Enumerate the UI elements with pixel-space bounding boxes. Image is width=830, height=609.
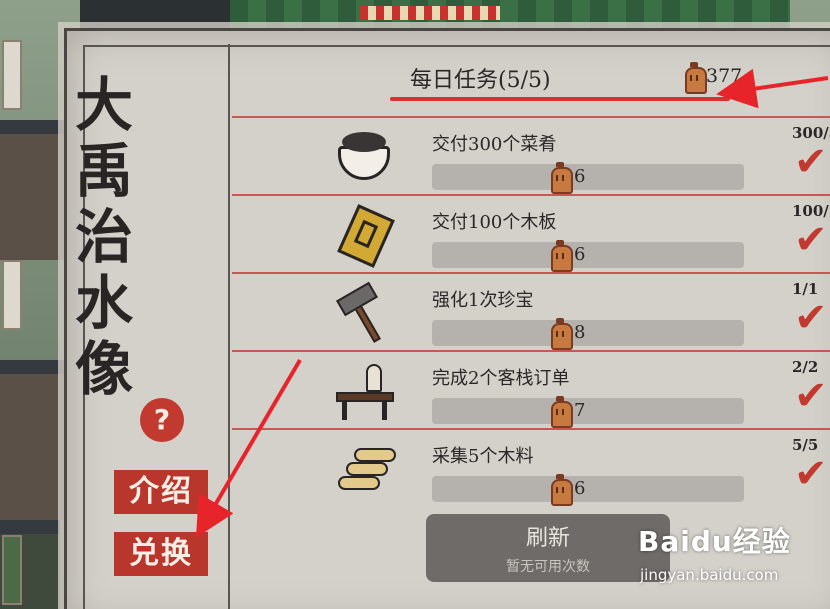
task-progress-bar — [432, 476, 744, 502]
checkmark-icon: ✔ — [794, 217, 828, 263]
clay-jug-token-icon — [550, 474, 573, 506]
task-row: 交付300个菜肴 6 300/30 ✔ — [232, 116, 830, 194]
task-reward-value: 7 — [574, 399, 586, 421]
exchange-button[interactable]: 兑换 — [114, 532, 208, 576]
refresh-label: 刷新 — [525, 526, 570, 551]
refresh-button[interactable]: 刷新 暂无可用次数 — [426, 514, 670, 582]
task-reward: 6 — [550, 240, 586, 272]
dish-bowl-icon — [332, 128, 398, 186]
task-label: 交付100个木板 — [432, 212, 557, 233]
task-reward: 6 — [550, 162, 586, 194]
panel-divider — [228, 44, 230, 609]
task-label: 交付300个菜肴 — [432, 134, 557, 155]
task-label: 完成2个客栈订单 — [432, 368, 570, 389]
checkmark-icon: ✔ — [794, 373, 828, 419]
task-list: 交付300个菜肴 6 300/30 ✔ 交付100个木板 6 100/10 ✔ … — [232, 116, 830, 506]
background-green-roof — [230, 0, 790, 30]
background-sign — [2, 535, 22, 605]
wood-plank-icon — [332, 204, 398, 268]
currency-total-value: 377 — [706, 65, 743, 87]
task-progress-bar — [432, 242, 744, 268]
title-highlight-underline — [390, 97, 730, 101]
checkmark-icon: ✔ — [794, 295, 828, 341]
background-roof — [80, 0, 230, 28]
clay-jug-token-icon — [550, 318, 573, 350]
log-pile-icon — [332, 440, 398, 498]
clay-jug-token-icon — [684, 62, 707, 94]
task-row: 交付100个木板 6 100/10 ✔ — [232, 194, 830, 272]
task-reward-value: 6 — [574, 243, 586, 265]
inn-table-icon — [332, 362, 398, 420]
refresh-status: 暂无可用次数 — [506, 559, 590, 575]
clay-jug-token-icon — [550, 396, 573, 428]
daily-tasks-title: 每日任务(5/5) — [410, 68, 551, 93]
background-building — [0, 120, 70, 260]
background-sign — [2, 260, 22, 330]
intro-button[interactable]: 介绍 — [114, 470, 208, 514]
clay-jug-token-icon — [550, 240, 573, 272]
clay-jug-token-icon — [550, 162, 573, 194]
baidu-watermark: Baidu经验 jingyan.baidu.com — [638, 520, 828, 604]
task-reward: 7 — [550, 396, 586, 428]
watermark-url: jingyan.baidu.com — [640, 566, 779, 584]
task-label: 采集5个木料 — [432, 446, 534, 467]
background-sign — [2, 40, 22, 110]
panel-title: 大禹治水像 — [74, 71, 133, 403]
background-lanterns — [360, 6, 500, 20]
task-progress-bar — [432, 320, 744, 346]
task-progress-bar — [432, 164, 744, 190]
task-reward: 8 — [550, 318, 586, 350]
checkmark-icon: ✔ — [794, 451, 828, 497]
task-label: 强化1次珍宝 — [432, 290, 534, 311]
task-reward-value: 6 — [574, 477, 586, 499]
task-row: 强化1次珍宝 8 1/1 ✔ — [232, 272, 830, 350]
task-progress-bar — [432, 398, 744, 424]
task-reward: 6 — [550, 474, 586, 506]
task-row: 采集5个木料 6 5/5 ✔ — [232, 428, 830, 506]
hammer-icon — [332, 281, 398, 343]
task-reward-value: 8 — [574, 321, 586, 343]
task-row: 完成2个客栈订单 7 2/2 ✔ — [232, 350, 830, 428]
background-building — [0, 360, 70, 520]
help-button[interactable]: ? — [140, 398, 184, 442]
watermark-brand: Baidu经验 — [638, 525, 791, 558]
currency-total: 377 — [684, 62, 743, 94]
task-reward-value: 6 — [574, 165, 586, 187]
checkmark-icon: ✔ — [794, 139, 828, 185]
